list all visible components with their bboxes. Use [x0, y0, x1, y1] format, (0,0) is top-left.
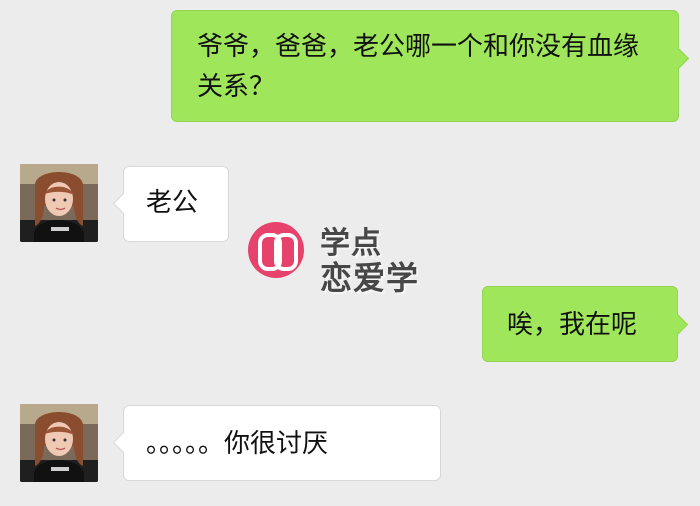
- profile-photo-icon: [20, 404, 98, 482]
- outgoing-message-text: 爷爷，爸爸，老公哪一个和你没有血缘关系？: [197, 32, 640, 102]
- chat-screen: 爷爷，爸爸，老公哪一个和你没有血缘关系？ 老公 唉，我在呢 。。。。。你很讨厌 …: [0, 0, 700, 506]
- watermark-line-2: 恋爱学: [320, 259, 420, 297]
- incoming-message-bubble[interactable]: 老公: [112, 166, 229, 242]
- contact-avatar[interactable]: [20, 404, 98, 482]
- incoming-message-text: 。。。。。你很讨厌: [146, 429, 329, 459]
- incoming-message-text: 老公: [146, 188, 199, 218]
- logo-icon: [248, 222, 304, 278]
- incoming-bubble-tail: [112, 192, 135, 215]
- outgoing-message-bubble[interactable]: 爷爷，爸爸，老公哪一个和你没有血缘关系？: [171, 10, 690, 122]
- profile-photo-icon: [20, 164, 98, 242]
- incoming-bubble-tail: [112, 431, 135, 454]
- watermark: 学点 恋爱学: [248, 218, 453, 297]
- outgoing-bubble-tail: [667, 47, 690, 70]
- incoming-message-bubble[interactable]: 。。。。。你很讨厌: [112, 405, 441, 481]
- outgoing-message-bubble[interactable]: 唉，我在呢: [482, 286, 689, 362]
- contact-avatar[interactable]: [20, 164, 98, 242]
- watermark-line-1: 学点: [320, 226, 382, 261]
- outgoing-message-text: 唉，我在呢: [507, 310, 638, 340]
